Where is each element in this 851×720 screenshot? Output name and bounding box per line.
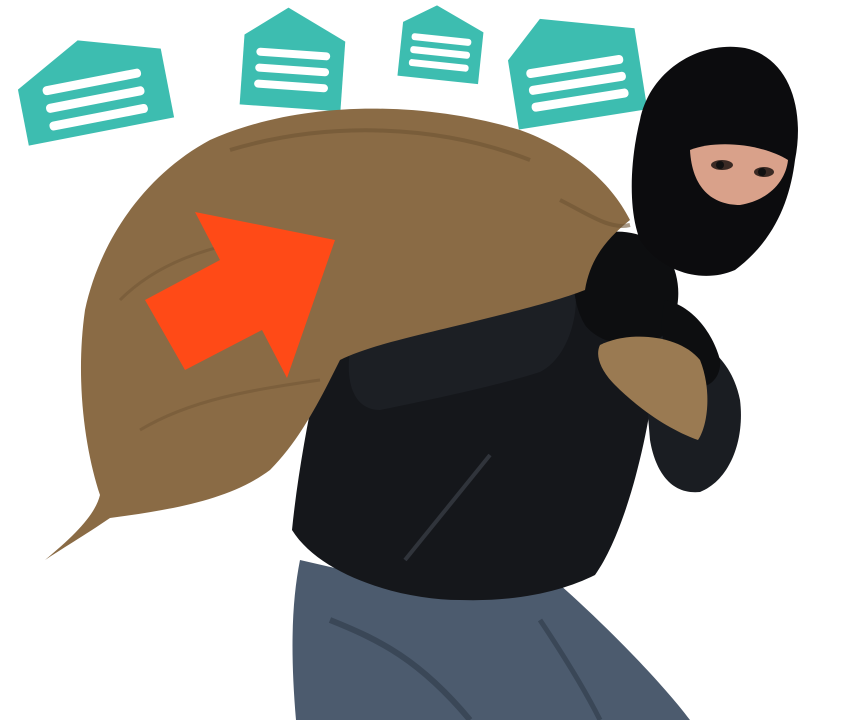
illustration: [0, 0, 851, 720]
scene-svg: [0, 0, 851, 720]
